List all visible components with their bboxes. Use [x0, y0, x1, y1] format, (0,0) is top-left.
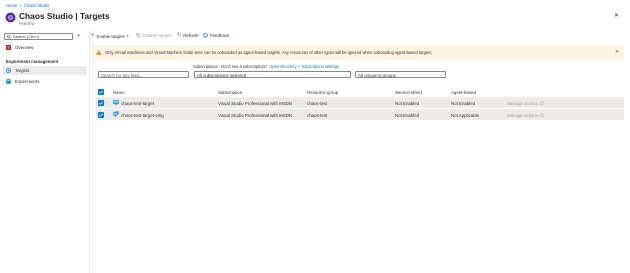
sidebar-search[interactable]: Search (Ctrl+/) — [4, 33, 73, 40]
sidebar-search-placeholder: Search (Ctrl+/) — [13, 34, 40, 39]
breadcrumb: Home > Chaos Studio — [6, 3, 49, 8]
sidebar-section-heading: Experiment management — [6, 59, 59, 64]
experiments-icon — [6, 79, 11, 84]
column-header-agent-based[interactable]: Agent-based — [451, 90, 476, 95]
chevron-down-icon: ⌄ — [345, 72, 348, 77]
warning-icon — [96, 49, 102, 55]
page-title: Chaos Studio | Targets — [19, 11, 110, 21]
row-resource-group: chaos-test — [307, 112, 328, 118]
disable-targets-label: Disable targets — [142, 33, 172, 38]
sidebar-item-experiments[interactable]: Experiments — [6, 79, 39, 84]
resource-group-filter-value: All resource groups — [358, 72, 396, 78]
manage-actions-link[interactable]: Manage actions — [507, 101, 544, 106]
resource-group-filter-dropdown[interactable]: All resource groups ⌄ — [355, 70, 446, 78]
row-agent-based: Not Enabled — [451, 100, 476, 106]
column-header-name[interactable]: Name — [113, 90, 125, 95]
breadcrumb-separator: > — [19, 3, 22, 8]
virtual-machine-scale-set-icon — [113, 111, 119, 117]
targets-icon — [6, 68, 11, 73]
table-row[interactable] — [96, 109, 624, 120]
close-icon[interactable]: ✕ — [614, 12, 619, 19]
row-resource-group: chaos-test — [307, 100, 328, 106]
sidebar-item-targets[interactable]: Targets — [6, 68, 29, 73]
subscription-filter-value: All subscriptions selected — [197, 72, 247, 78]
subscriptions-label: Subscriptions - Don't see a subscription… — [193, 64, 339, 69]
refresh-button[interactable]: ↻ Refresh — [177, 32, 199, 39]
table-search-placeholder: Search for any field... — [101, 72, 143, 78]
banner-text: Only Virtual Machines and Virtual Machin… — [105, 50, 433, 55]
breadcrumb-current[interactable]: Chaos Studio — [24, 3, 49, 8]
chevron-down-icon: ▾ — [126, 34, 129, 38]
chaos-studio-icon — [5, 12, 16, 23]
disable-targets-button[interactable]: Disable targets — [136, 33, 172, 38]
row-service-direct: Not Enabled — [395, 112, 420, 118]
manage-actions-label: Manage actions — [507, 100, 538, 106]
directory-settings-link[interactable]: Open Directory + Subscription settings — [269, 64, 339, 69]
sidebar-item-experiments-label: Experiments — [15, 79, 40, 84]
banner-close-icon[interactable]: ✕ — [615, 49, 619, 55]
feedback-button[interactable]: Feedback — [203, 33, 229, 38]
sidebar-divider — [89, 30, 90, 273]
more-options-button[interactable]: ··· — [103, 12, 109, 18]
row-name[interactable]: chaos-test-target — [121, 101, 154, 106]
manage-actions-link[interactable]: Manage actions — [507, 113, 544, 118]
row-checkbox[interactable] — [98, 111, 104, 118]
info-icon — [540, 113, 544, 117]
chevron-down-icon: ⌄ — [440, 72, 443, 77]
table-search-input[interactable]: Search for any field... — [98, 70, 189, 78]
refresh-icon: ↻ — [177, 32, 182, 38]
refresh-label: Refresh — [183, 33, 199, 38]
row-subscription: Visual Studio Professional with MSDN — [218, 112, 293, 118]
column-header-resource-group[interactable]: Resource group — [307, 90, 338, 95]
subscription-filter-dropdown[interactable]: All subscriptions selected ⌄ — [194, 70, 351, 78]
info-icon — [540, 101, 544, 105]
search-icon — [7, 34, 11, 39]
manage-actions-label: Manage actions — [507, 112, 538, 118]
plus-icon: + — [91, 33, 95, 39]
row-subscription: Visual Studio Professional with MSDN — [218, 100, 293, 106]
row-agent-based: Not Applicable — [451, 112, 480, 118]
disable-icon — [136, 33, 141, 38]
table-row[interactable] — [96, 97, 624, 108]
sidebar-item-overview-label: Overview — [15, 45, 34, 50]
feedback-label: Feedback — [210, 33, 230, 38]
overview-icon — [6, 45, 11, 50]
sidebar-item-targets-label: Targets — [15, 68, 30, 73]
row-name[interactable]: chaos-test-target-vmg — [121, 113, 164, 118]
virtual-machine-icon — [113, 99, 119, 106]
column-header-service-direct[interactable]: Service-direct — [395, 90, 422, 95]
breadcrumb-home[interactable]: Home — [6, 3, 17, 8]
select-all-checkbox[interactable] — [98, 88, 104, 95]
row-checkbox[interactable] — [98, 99, 104, 106]
page-subtitle: PREVIEW — [19, 22, 35, 26]
feedback-icon — [203, 33, 208, 38]
enable-targets-button[interactable]: + Enable targets ▾ — [91, 33, 129, 39]
subscriptions-question: Subscriptions - Don't see a subscription… — [193, 63, 268, 69]
column-header-subscription[interactable]: Subscription — [218, 90, 242, 95]
collapse-sidebar-button[interactable]: « — [77, 33, 80, 39]
row-service-direct: Not Enabled — [395, 100, 420, 106]
sidebar-item-overview[interactable]: Overview — [6, 45, 33, 50]
enable-targets-label: Enable targets — [96, 33, 125, 39]
